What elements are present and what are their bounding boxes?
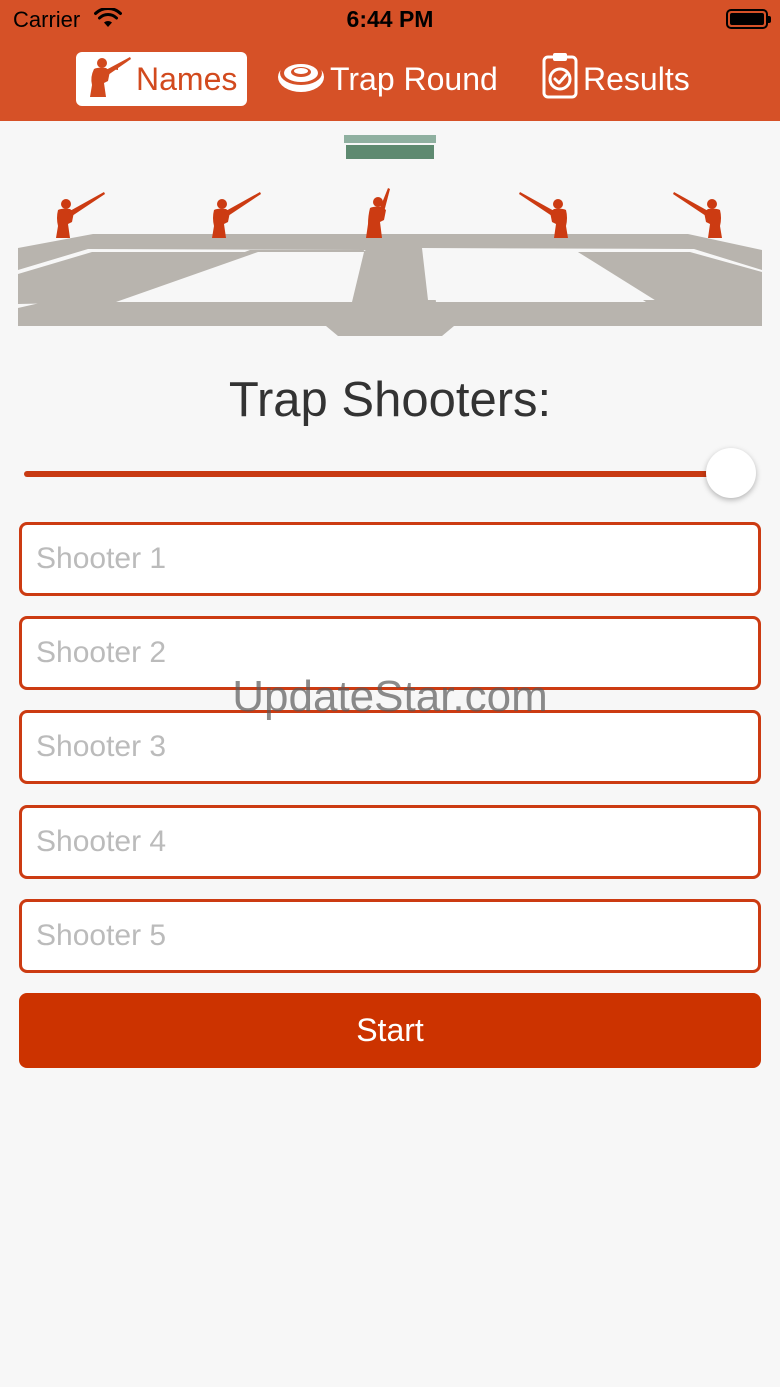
- shooter-figure: [56, 192, 105, 238]
- clipboard-check-icon: [541, 51, 579, 107]
- start-button[interactable]: Start: [19, 993, 761, 1068]
- shooter-figure: [212, 192, 261, 238]
- tab-results[interactable]: Results: [541, 52, 690, 106]
- shooter-count-slider[interactable]: [24, 446, 760, 500]
- shooter-1-field[interactable]: [19, 522, 761, 596]
- header-bar: Carrier 6:44 PM Names Trap Round Results: [0, 0, 780, 121]
- tab-trap-round[interactable]: Trap Round: [276, 52, 498, 106]
- shooter-3-field[interactable]: [19, 710, 761, 784]
- shooter-figure: [673, 192, 722, 238]
- trap-field-illustration: [18, 130, 762, 340]
- tab-names[interactable]: Names: [76, 51, 248, 107]
- shooter-figure: [366, 188, 390, 238]
- clay-target-icon: [276, 55, 326, 103]
- shooter-5-field[interactable]: [19, 899, 761, 973]
- shooter-figure: [519, 192, 568, 238]
- page-title: Trap Shooters:: [228, 373, 552, 427]
- status-bar: Carrier 6:44 PM: [0, 0, 780, 40]
- shooter-4-field[interactable]: [19, 805, 761, 879]
- tab-names-label: Names: [136, 60, 238, 97]
- tab-bar: Names Trap Round Results: [0, 52, 780, 106]
- slider-track[interactable]: [24, 471, 734, 477]
- shooter-icon: [82, 51, 132, 107]
- status-time: 6:44 PM: [346, 6, 434, 32]
- shooter-2-field[interactable]: [19, 616, 761, 690]
- trap-house: [344, 135, 436, 143]
- slider-thumb[interactable]: [706, 448, 756, 498]
- battery-icon: [726, 9, 771, 29]
- tab-trap-round-label: Trap Round: [330, 60, 498, 97]
- tab-results-label: Results: [583, 60, 690, 97]
